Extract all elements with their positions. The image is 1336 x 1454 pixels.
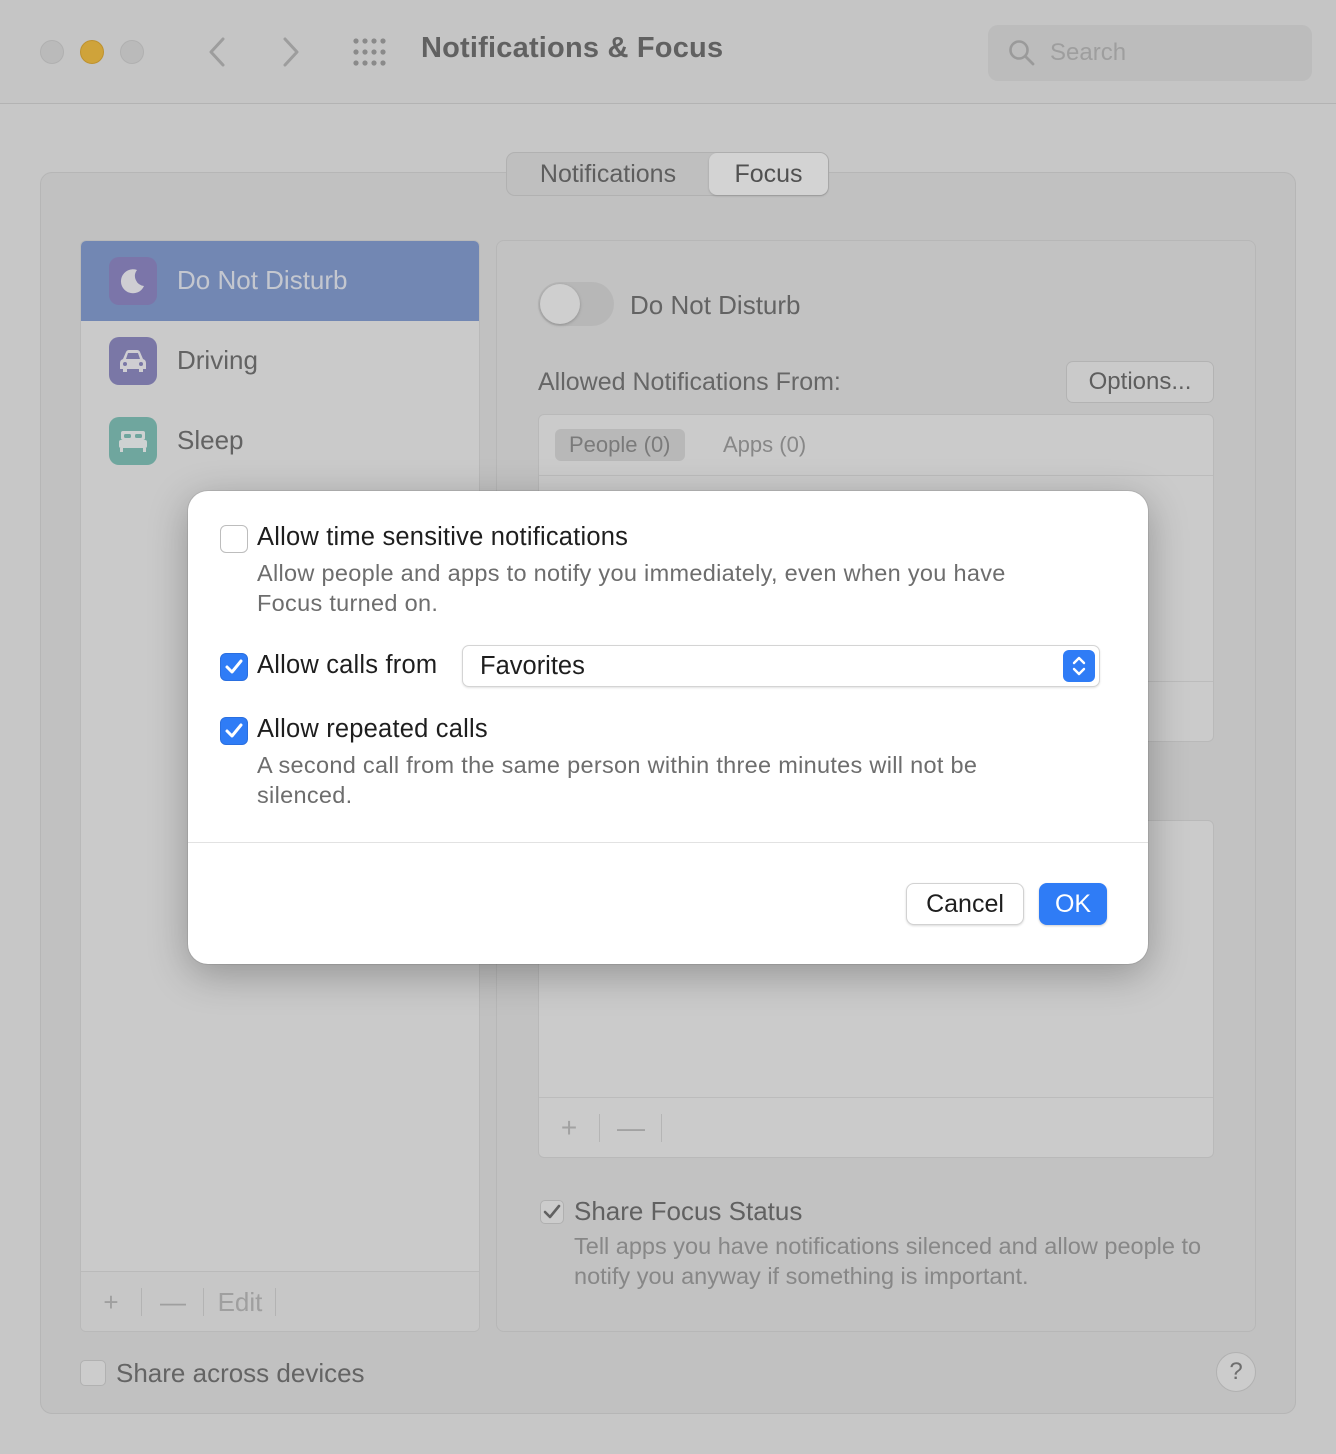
calls-from-popup[interactable]: Favorites bbox=[462, 645, 1100, 687]
system-preferences-window: Notifications & Focus Search Notificatio… bbox=[0, 0, 1336, 1454]
updown-arrows-icon bbox=[1063, 650, 1095, 682]
repeated-calls-checkbox[interactable] bbox=[220, 717, 248, 745]
options-dialog: Allow time sensitive notifications Allow… bbox=[188, 491, 1148, 964]
divider bbox=[188, 842, 1148, 843]
allow-calls-checkbox[interactable] bbox=[220, 653, 248, 681]
cancel-button[interactable]: Cancel bbox=[906, 883, 1024, 925]
time-sensitive-description: Allow people and apps to notify you imme… bbox=[257, 560, 1006, 616]
time-sensitive-label: Allow time sensitive notifications bbox=[257, 523, 629, 551]
repeated-calls-description: A second call from the same person withi… bbox=[257, 752, 978, 808]
time-sensitive-checkbox[interactable] bbox=[220, 525, 248, 553]
checkmark-icon bbox=[225, 659, 243, 674]
repeated-calls-label: Allow repeated calls bbox=[257, 715, 488, 743]
ok-button[interactable]: OK bbox=[1039, 883, 1107, 925]
checkmark-icon bbox=[225, 723, 243, 738]
allow-calls-label: Allow calls from bbox=[257, 651, 438, 679]
calls-from-value: Favorites bbox=[480, 652, 585, 680]
